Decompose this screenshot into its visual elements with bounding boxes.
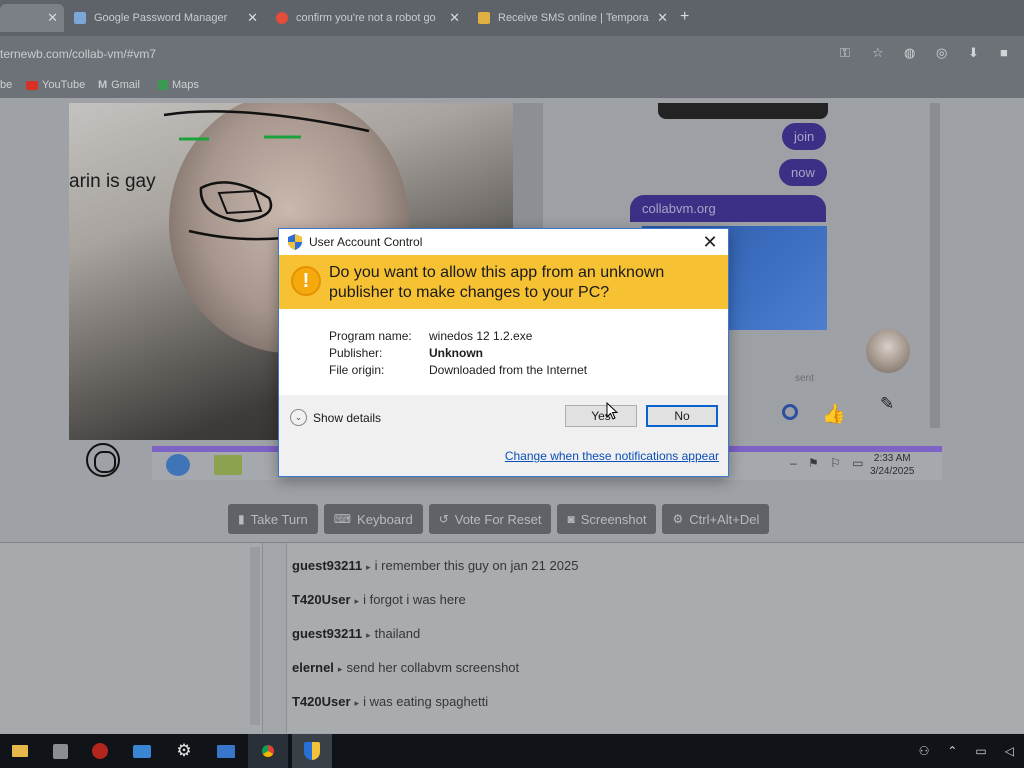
network-icon[interactable]: ▭	[975, 744, 986, 758]
sync-icon[interactable]: ◎	[936, 46, 950, 60]
ctrl-alt-del-button[interactable]: ⚙ Ctrl+Alt+Del	[662, 504, 770, 534]
uac-title: User Account Control	[309, 235, 423, 249]
trash-icon: ▮	[238, 512, 245, 526]
bookmark-maps[interactable]: Maps	[158, 79, 199, 91]
bookmark-gmail[interactable]: M Gmail	[98, 79, 140, 91]
user-list-scrollbar[interactable]	[250, 547, 260, 725]
user-list[interactable]	[0, 543, 263, 733]
bookmarks-bar: be YouTube M Gmail Maps	[0, 72, 1024, 98]
tab-google-password-manager[interactable]: Google Password Manager ✕	[74, 4, 264, 32]
sent-label: sent	[795, 373, 814, 384]
uac-shield-icon[interactable]	[292, 734, 332, 768]
volume-icon[interactable]: ◁	[1005, 744, 1014, 758]
chat-log[interactable]: guest93211 ▸ i remember this guy on jan 21…	[286, 543, 1024, 733]
bookmark-be[interactable]: be	[0, 79, 12, 91]
uac-dialog: User Account Control ✕ ! Do you want to …	[278, 228, 729, 477]
program-name: winedos 12 1.2.exe	[429, 329, 533, 343]
rotate-icon: ↺	[438, 512, 449, 526]
vm-tray-icons: – ⚑ ⚐ ▭	[790, 456, 868, 470]
google-icon	[276, 12, 288, 24]
uac-title-bar: User Account Control ✕	[279, 229, 728, 255]
system-tray: ⚇ ⌃ ▭ ◁	[919, 744, 1014, 758]
close-tab-icon[interactable]: ✕	[47, 10, 58, 26]
chat-message: guest93211 ▸ thailand	[292, 626, 421, 641]
settings-icon[interactable]: ⚙	[164, 734, 204, 768]
file-origin: Downloaded from the Internet	[429, 363, 588, 377]
change-notifications-link[interactable]: Change when these notifications appear	[505, 449, 719, 463]
mouse-cursor-icon	[606, 402, 618, 420]
publisher-name: Unknown	[429, 346, 483, 360]
bookmark-youtube[interactable]: YouTube	[26, 79, 85, 91]
close-icon[interactable]: ✕	[700, 231, 720, 253]
sms-icon	[478, 12, 490, 24]
tab-receive-sms[interactable]: Receive SMS online | Tempora ✕	[478, 4, 674, 32]
edit-icon[interactable]: ✎	[880, 394, 898, 413]
gmail-icon: M	[98, 79, 108, 91]
chat-bubble: collabvm.org	[630, 195, 826, 222]
maps-icon	[158, 80, 168, 90]
file-explorer-icon[interactable]	[0, 734, 40, 768]
youtube-icon	[26, 80, 38, 90]
people-icon[interactable]: ⚇	[919, 744, 930, 758]
yes-button[interactable]: Yes	[565, 405, 637, 427]
chat-bubble: join	[782, 123, 827, 150]
profile-icon[interactable]: ■	[1000, 46, 1014, 60]
store-icon[interactable]	[40, 734, 80, 768]
vote-for-reset-button[interactable]: ↺ Vote For Reset	[428, 504, 552, 534]
keyboard-button[interactable]: ⌨ Keyboard	[323, 504, 423, 534]
key-icon[interactable]: ⚿	[840, 46, 854, 60]
tab-current[interactable]: ✕	[0, 4, 64, 32]
download-icon[interactable]: ⬇	[968, 46, 982, 60]
mail-icon[interactable]	[122, 734, 162, 768]
new-tab-button[interactable]: +	[680, 8, 689, 26]
url-field[interactable]: ternewb.com/collab-vm/#vm7	[0, 47, 156, 61]
extension-icon[interactable]: ◍	[904, 46, 918, 60]
chat-message: T420User ▸ i forgot i was here	[292, 592, 466, 607]
windows-taskbar: ⚙ ⚇ ⌃ ▭ ◁	[0, 734, 1024, 768]
file-explorer-icon[interactable]	[214, 455, 242, 475]
no-button[interactable]: No	[646, 405, 718, 427]
chat-message: guest93211 ▸ i remember this guy on jan 21…	[292, 558, 579, 573]
uac-warning-banner: ! Do you want to allow this app from an …	[279, 255, 728, 309]
chevron-down-icon: ⌄	[290, 409, 307, 426]
screenshot-button[interactable]: ◙ Screenshot	[557, 504, 657, 534]
vm-control-buttons: ▮ Take Turn ⌨ Keyboard ↺ Vote For Reset …	[228, 504, 770, 534]
thumbs-up-icon[interactable]: 👍	[822, 402, 846, 426]
warning-shield-icon: !	[291, 266, 321, 296]
address-bar: ternewb.com/collab-vm/#vm7 ⚿ ☆ ◍ ◎ ⬇ ■	[0, 36, 1024, 72]
chat-message: elernel ▸ send her collabvm screenshot	[292, 660, 520, 675]
gamepad-icon[interactable]	[782, 404, 798, 420]
terminal-icon[interactable]	[206, 734, 246, 768]
lower-panel: guest93211 ▸ i remember this guy on jan 21…	[0, 542, 1024, 735]
take-turn-button[interactable]: ▮ Take Turn	[228, 504, 318, 534]
vm-scrollbar[interactable]	[930, 103, 940, 428]
chrome-icon[interactable]	[248, 734, 288, 768]
close-tab-icon[interactable]: ✕	[449, 10, 460, 26]
star-icon[interactable]: ☆	[872, 46, 886, 60]
vm-clock: 2:33 AM 3/24/2025	[870, 453, 915, 477]
chevron-up-icon[interactable]: ⌃	[947, 744, 957, 758]
internet-explorer-icon[interactable]	[166, 454, 190, 476]
browser-tab-bar: ✕ Google Password Manager ✕ confirm you'…	[0, 0, 1024, 36]
camera-icon: ◙	[567, 512, 575, 526]
gear-icon: ⚙	[672, 512, 684, 526]
keyboard-icon: ⌨	[333, 512, 352, 526]
close-tab-icon[interactable]: ✕	[247, 10, 258, 26]
show-details-toggle[interactable]: ⌄ Show details	[290, 409, 381, 426]
chat-bubble: now	[779, 159, 827, 186]
shield-icon	[288, 234, 302, 250]
record-icon[interactable]	[80, 734, 120, 768]
key-icon	[74, 12, 86, 24]
uac-footer: ⌄ Show details Yes No Change when these …	[279, 395, 728, 476]
close-tab-icon[interactable]: ✕	[657, 10, 668, 26]
uac-question: Do you want to allow this app from an un…	[329, 264, 665, 301]
avatar[interactable]	[866, 329, 910, 373]
chat-message: T420User ▸ i was eating spaghetti	[292, 694, 489, 709]
scribble-icon	[86, 443, 120, 477]
tab-confirm-robot[interactable]: confirm you're not a robot go ✕	[276, 4, 466, 32]
uac-program-info: Program name: winedos 12 1.2.exe Publish…	[329, 329, 587, 380]
vm-overlay-text: arin is gay	[69, 171, 156, 192]
